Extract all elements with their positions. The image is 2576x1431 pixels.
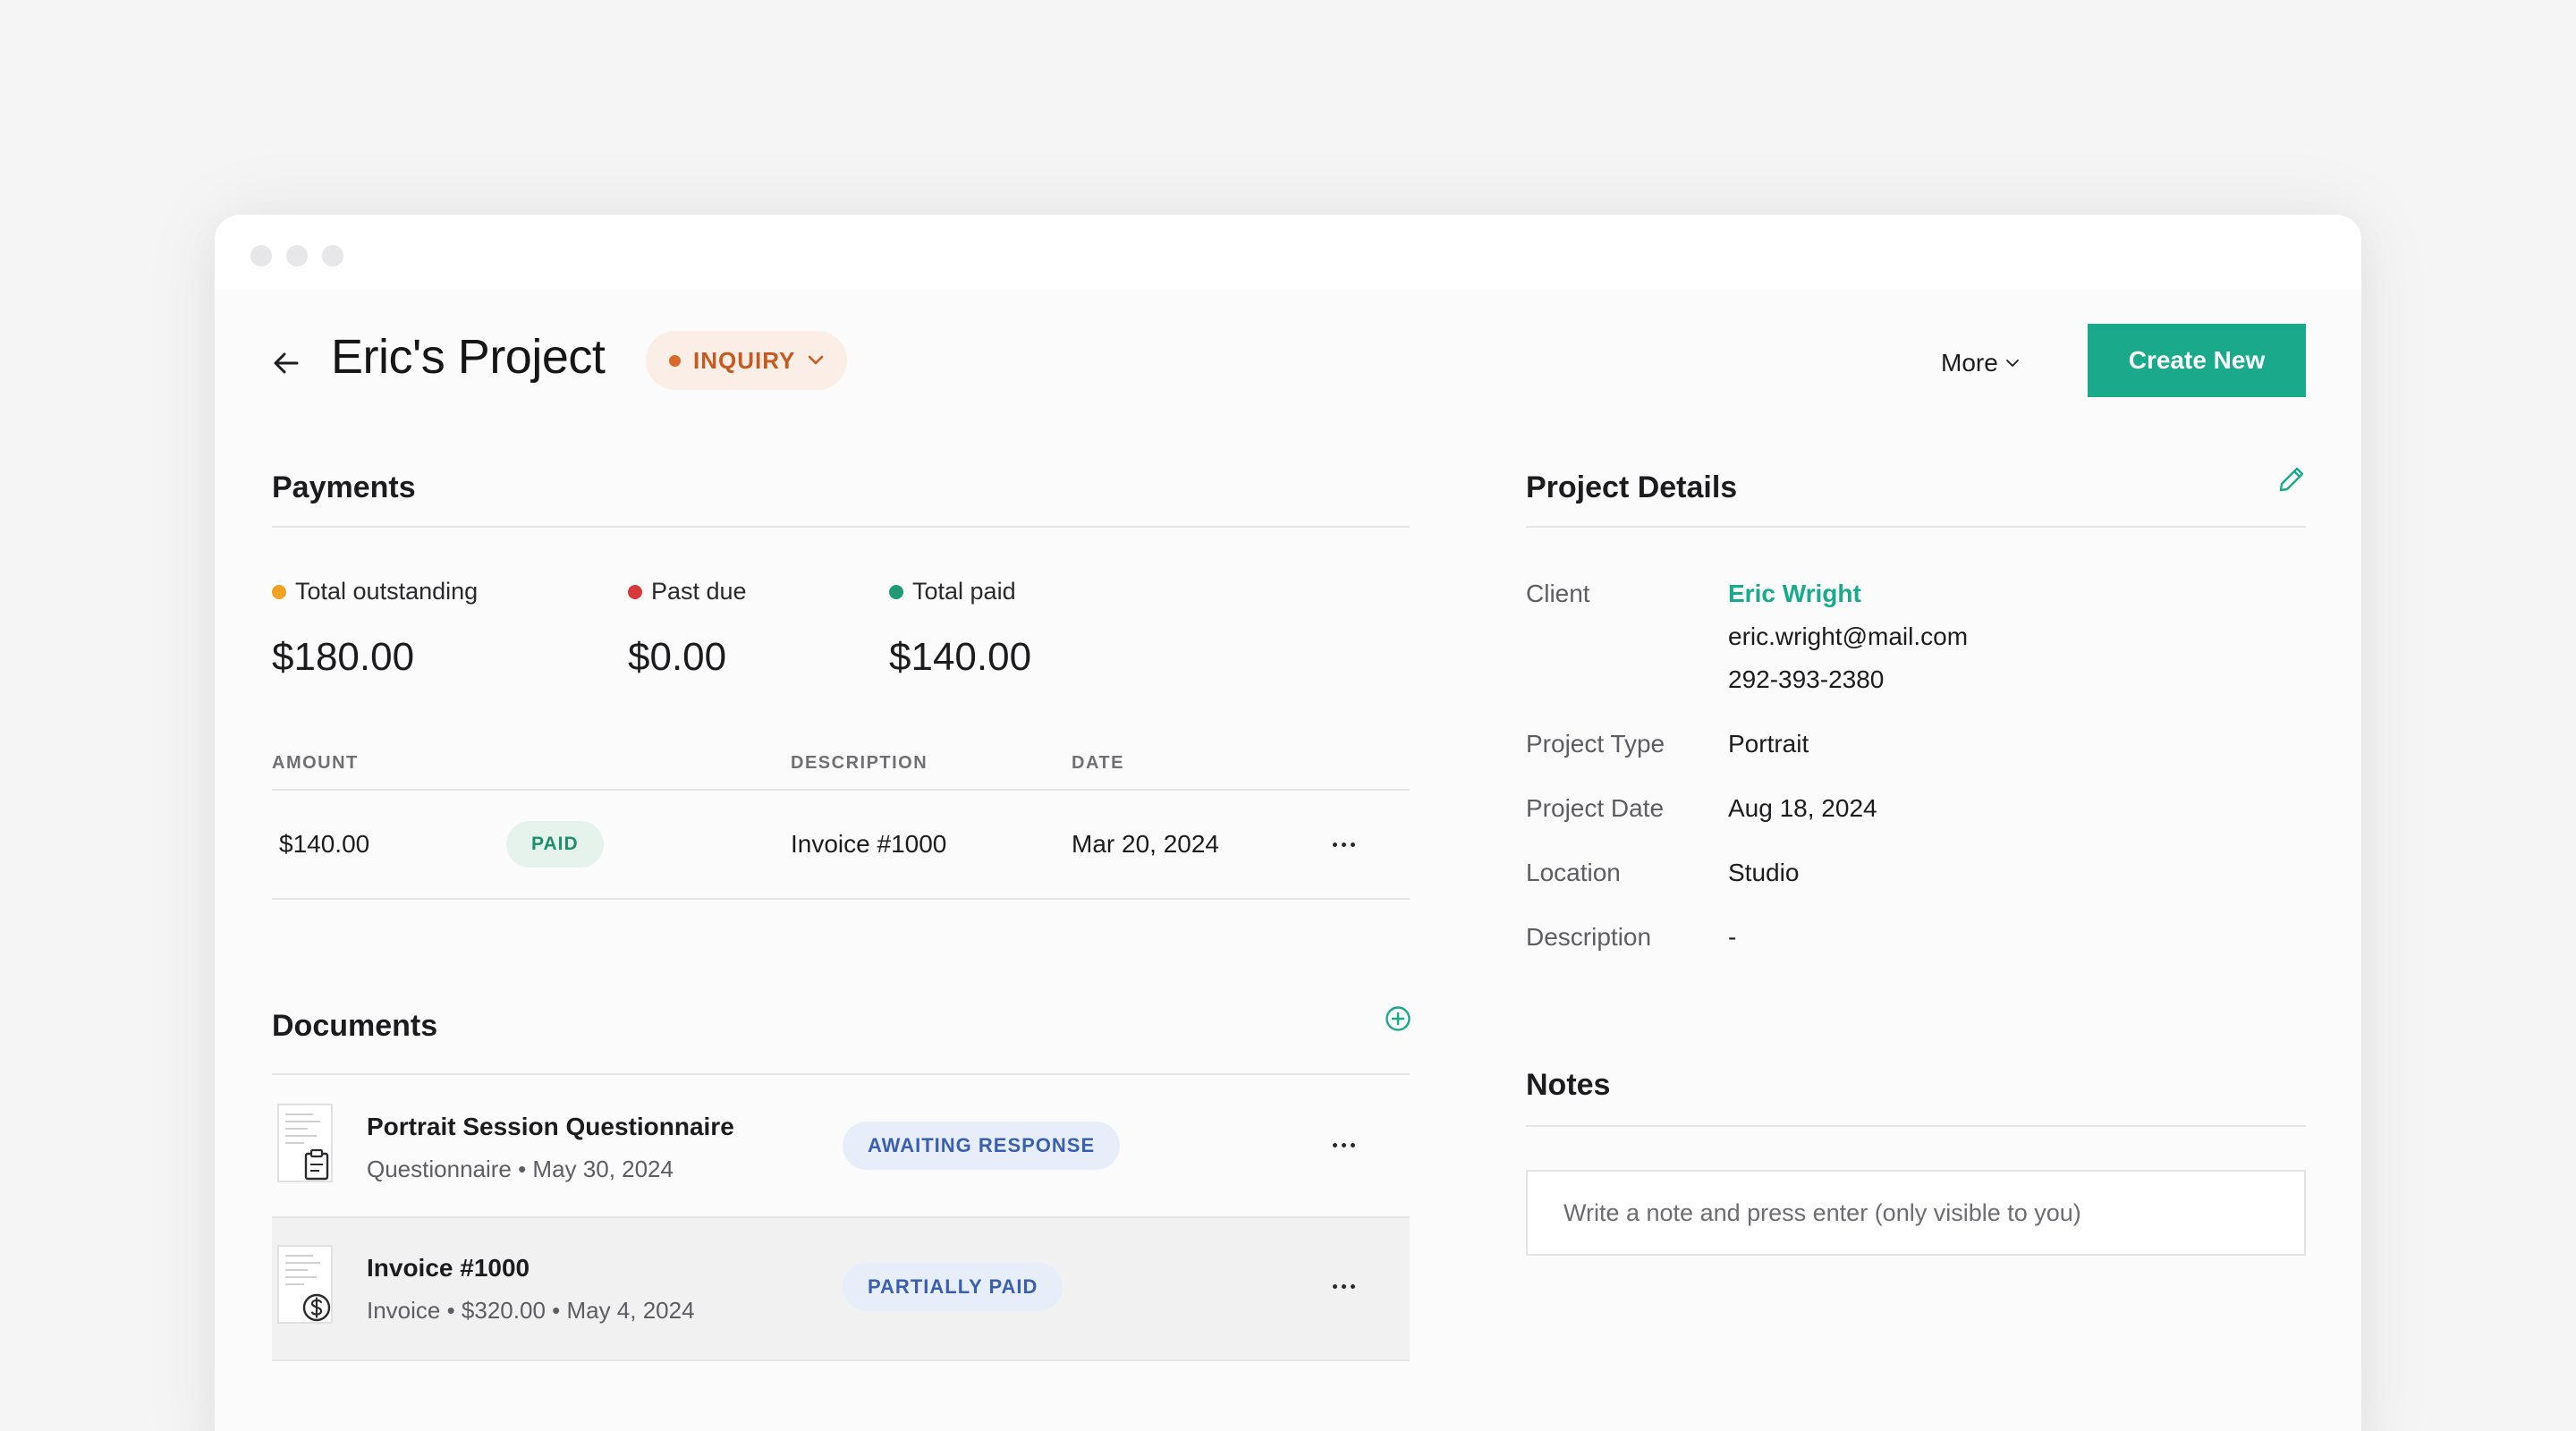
status-label: INQUIRY	[693, 346, 796, 374]
past-due-label: Past due	[628, 578, 747, 605]
paid-badge: PAID	[506, 821, 604, 868]
payment-description: Invoice #1000	[791, 830, 947, 858]
client-name-link[interactable]: Eric Wright	[1728, 580, 1861, 608]
outstanding-dot	[272, 584, 286, 599]
payment-date: Mar 20, 2024	[1072, 830, 1219, 858]
notes-title: Notes	[1526, 1068, 1611, 1102]
payments-title: Payments	[272, 470, 416, 504]
project-date-value: Aug 18, 2024	[1728, 794, 1877, 822]
document-menu-button[interactable]	[1322, 1270, 1365, 1302]
project-details-title: Project Details	[1526, 470, 1738, 504]
create-new-button[interactable]: Create New	[2088, 324, 2306, 397]
add-document-icon[interactable]	[1385, 1005, 1411, 1032]
project-type-value: Portrait	[1728, 730, 1809, 758]
chevron-down-icon	[2005, 360, 2019, 367]
document-meta: Invoice • $320.00 • May 4, 2024	[367, 1297, 695, 1324]
past-due-dot	[628, 584, 642, 599]
location-label: Location	[1526, 859, 1621, 886]
document-menu-button[interactable]	[1322, 1129, 1365, 1161]
more-label: More	[1941, 349, 1998, 377]
chevron-down-icon	[809, 355, 824, 365]
app-window: Eric's Project INQUIRY More Create New P…	[215, 215, 2361, 1431]
row-menu-button[interactable]	[1322, 828, 1365, 860]
clipboard-icon	[277, 1104, 333, 1182]
awaiting-response-badge: AWAITING RESPONSE	[843, 1122, 1121, 1170]
note-input[interactable]	[1526, 1170, 2306, 1256]
document-meta: Questionnaire • May 30, 2024	[367, 1156, 674, 1182]
description-value: -	[1728, 923, 1737, 951]
back-arrow-icon[interactable]	[270, 347, 302, 379]
status-dropdown[interactable]: INQUIRY	[646, 331, 848, 390]
amount-column-header: AMOUNT	[272, 753, 359, 773]
total-outstanding-value: $180.00	[272, 635, 415, 679]
status-dot	[669, 354, 681, 367]
past-due-value: $0.00	[628, 635, 727, 679]
partially-paid-badge: PARTIALLY PAID	[843, 1263, 1063, 1311]
description-label: Description	[1526, 923, 1652, 951]
client-phone: 292-393-2380	[1728, 665, 1885, 693]
project-date-label: Project Date	[1526, 794, 1665, 822]
list-item[interactable]: Portrait Session Questionnaire Questionn…	[272, 1075, 1410, 1216]
client-email: eric.wright@mail.com	[1728, 622, 1969, 650]
description-column-header: DESCRIPTION	[791, 753, 928, 773]
window-minimize-dot[interactable]	[286, 245, 308, 267]
payments-divider	[272, 526, 1410, 528]
dollar-icon	[277, 1245, 333, 1324]
table-row-divider	[272, 898, 1410, 900]
notes-divider	[1526, 1125, 2306, 1127]
document-title: Portrait Session Questionnaire	[367, 1113, 734, 1140]
pencil-icon[interactable]	[2277, 465, 2306, 494]
table-row[interactable]: $140.00 PAID Invoice #1000 Mar 20, 2024	[272, 791, 1410, 898]
window-zoom-dot[interactable]	[322, 245, 343, 267]
document-title: Invoice #1000	[367, 1254, 530, 1282]
client-label: Client	[1526, 580, 1590, 607]
total-outstanding-label: Total outstanding	[272, 578, 478, 605]
document-divider	[272, 1359, 1410, 1361]
documents-title: Documents	[272, 1009, 438, 1043]
details-divider	[1526, 526, 2306, 528]
location-value: Studio	[1728, 859, 1800, 886]
payment-amount: $140.00	[279, 830, 370, 858]
total-paid-dot	[889, 584, 903, 599]
date-column-header: DATE	[1072, 753, 1124, 773]
total-paid-label: Total paid	[889, 578, 1016, 605]
page-title: Eric's Project	[331, 330, 606, 384]
more-menu-button[interactable]: More	[1941, 345, 2020, 381]
window-close-dot[interactable]	[250, 245, 272, 267]
project-type-label: Project Type	[1526, 730, 1665, 758]
window-titlebar	[215, 215, 2361, 290]
total-paid-value: $140.00	[889, 635, 1032, 679]
list-item[interactable]: Invoice #1000 Invoice • $320.00 • May 4,…	[272, 1218, 1410, 1359]
